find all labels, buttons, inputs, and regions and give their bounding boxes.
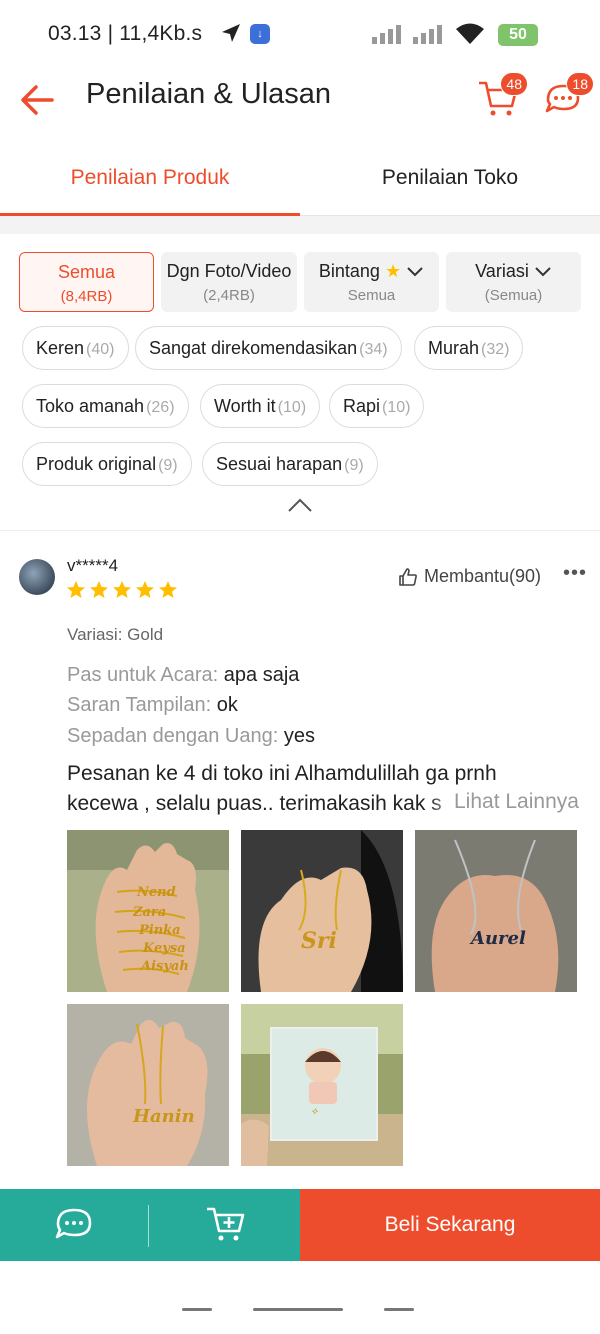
divider: [0, 530, 600, 531]
chat-icon: [55, 1208, 92, 1239]
svg-text:Keysa: Keysa: [142, 941, 186, 956]
svg-text:Nend: Nend: [136, 885, 176, 900]
filter-label: Bintang: [318, 261, 380, 281]
system-navigation-bar: [0, 1261, 600, 1334]
svg-text:Aisyah: Aisyah: [139, 959, 189, 974]
bottom-action-bar: Beli Sekarang: [0, 1189, 600, 1261]
review-photo[interactable]: ⟡: [241, 1004, 403, 1166]
svg-text:Hanin: Hanin: [132, 1106, 195, 1127]
filter-label: Variasi: [475, 261, 529, 281]
chevron-down-icon: [535, 267, 551, 277]
review-attribute: Pas untuk Acara: apa saja: [67, 664, 300, 686]
cart-plus-icon: [207, 1207, 245, 1241]
star-icon: ★: [384, 261, 402, 281]
chat-button[interactable]: 18: [542, 72, 594, 120]
review-photo[interactable]: Aurel: [415, 830, 577, 992]
divider: [148, 1205, 149, 1247]
helpful-button[interactable]: Membantu(90): [398, 566, 541, 587]
filter-label: Dgn Foto/Video: [166, 261, 292, 281]
app-notification-icon: ↓: [250, 24, 270, 44]
keyword-chip[interactable]: Rapi (10): [329, 384, 425, 428]
svg-text:Sri: Sri: [301, 928, 337, 954]
bottom-left-actions: [0, 1189, 300, 1261]
battery-icon: 50: [498, 24, 538, 46]
helpful-count: Membantu(90): [424, 566, 542, 586]
keyword-chip[interactable]: Sangat direkomendasikan (34): [135, 326, 402, 370]
section-divider: [0, 216, 600, 234]
star-icon: [67, 581, 85, 598]
star-icon: [90, 581, 108, 598]
review-text-line: Pesanan ke 4 di toko ini Alhamdulillah g…: [67, 762, 497, 785]
filter-with-media[interactable]: Dgn Foto/Video (2,4RB): [161, 252, 297, 312]
filter-count: (8,4RB): [60, 288, 113, 305]
svg-text:Pinka: Pinka: [138, 923, 181, 938]
wifi-icon: [455, 22, 485, 51]
review-photo[interactable]: Nend Zara Pinka Keysa Aisyah: [67, 830, 229, 992]
signal-icon-2: [413, 24, 445, 49]
buy-now-button[interactable]: Beli Sekarang: [300, 1189, 600, 1261]
more-options-icon[interactable]: •••: [563, 562, 587, 585]
chat-count-badge: 18: [566, 72, 594, 96]
review-attribute: Saran Tampilan: ok: [67, 694, 238, 716]
review-variation: Variasi: Gold: [67, 625, 164, 644]
back-button[interactable]: [384, 1308, 414, 1311]
tab-shop-rating[interactable]: Penilaian Toko: [300, 146, 600, 216]
back-arrow-icon[interactable]: [18, 80, 58, 120]
keyword-chip[interactable]: Murah (32): [414, 326, 524, 370]
svg-text:Zara: Zara: [132, 905, 166, 920]
chat-now-button[interactable]: [54, 1205, 94, 1248]
status-bar: 03.13 | 11,4Kb.s ↓ 50: [0, 0, 600, 70]
navigation-arrow-icon: [220, 22, 242, 49]
chevron-down-icon: [407, 267, 423, 277]
cart-count-badge: 48: [500, 72, 528, 96]
status-time: 03.13 | 11,4Kb.s: [48, 22, 203, 45]
filter-all[interactable]: Semua (8,4RB): [19, 252, 154, 312]
filter-stars[interactable]: Bintang ★ Semua: [304, 252, 439, 312]
svg-text:Aurel: Aurel: [469, 928, 526, 949]
reviewer-name: v*****4: [67, 556, 119, 575]
star-icon: [159, 581, 177, 598]
tab-product-rating[interactable]: Penilaian Produk: [0, 146, 300, 216]
keyword-chip[interactable]: Toko amanah (26): [22, 384, 189, 428]
filter-sub: Semua: [347, 287, 396, 304]
review-photo[interactable]: Hanin: [67, 1004, 229, 1166]
avatar[interactable]: [19, 559, 55, 595]
keyword-chip[interactable]: Sesuai harapan (9): [202, 442, 378, 486]
review-attribute: Sepadan dengan Uang: yes: [67, 725, 315, 747]
keyword-chip[interactable]: Keren (40): [22, 326, 129, 370]
keyword-chip[interactable]: Worth it (10): [200, 384, 321, 428]
page-title: Penilaian & Ulasan: [86, 78, 332, 110]
filter-count: (2,4RB): [203, 287, 255, 304]
rating-tabs: Penilaian Produk Penilaian Toko: [0, 146, 600, 216]
filter-variation[interactable]: Variasi (Semua): [446, 252, 581, 312]
signal-icon-1: [372, 24, 404, 49]
app-header: Penilaian & Ulasan 48 18: [0, 70, 600, 126]
thumbs-up-icon: [399, 567, 417, 586]
collapse-chevron-up-icon[interactable]: [286, 496, 314, 519]
recent-apps-button[interactable]: [182, 1308, 212, 1311]
star-icon: [136, 581, 154, 598]
cart-button[interactable]: 48: [476, 72, 528, 120]
filter-sub: (Semua): [484, 287, 543, 304]
home-button[interactable]: [253, 1308, 343, 1311]
review-photo[interactable]: Sri: [241, 830, 403, 992]
keyword-chip[interactable]: Produk original (9): [22, 442, 192, 486]
add-to-cart-button[interactable]: [205, 1203, 247, 1250]
star-rating: [66, 580, 180, 605]
see-more-link[interactable]: Lihat Lainnya: [428, 790, 579, 814]
star-icon: [113, 581, 131, 598]
filter-label: Semua: [57, 262, 116, 282]
